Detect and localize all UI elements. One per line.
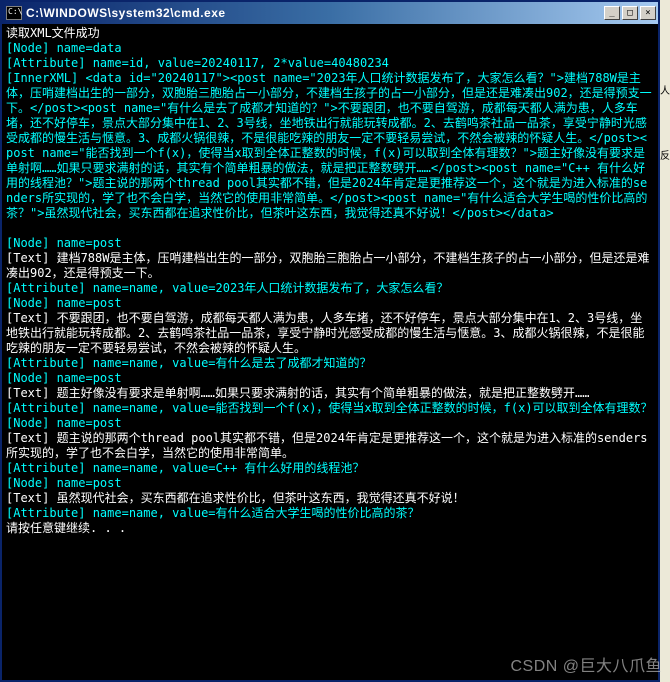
console-line: [Node] name=post	[6, 236, 654, 251]
console-line: [Attribute] name=name, value=C++ 有什么好用的线…	[6, 461, 654, 476]
console-line: [Attribute] name=name, value=能否找到一个f(x)，…	[6, 401, 654, 416]
console-line	[6, 221, 654, 236]
side-char-2: 反	[660, 147, 670, 162]
console-line: [Attribute] name=name, value=有什么适合大学生喝的性…	[6, 506, 654, 521]
window-title: C:\WINDOWS\system32\cmd.exe	[26, 6, 600, 20]
maximize-button[interactable]: □	[622, 6, 638, 20]
console-line: [Node] name=data	[6, 41, 654, 56]
console-line: [Node] name=post	[6, 371, 654, 386]
side-char-1: 人	[660, 82, 670, 97]
minimize-button[interactable]: _	[604, 6, 620, 20]
console-line: [Node] name=post	[6, 476, 654, 491]
console-line: 请按任意键继续. . .	[6, 521, 654, 536]
console-line: [Node] name=post	[6, 296, 654, 311]
console-line: [Text] 题主说的那两个thread pool其实都不错，但是2024年肯定…	[6, 431, 654, 461]
console-line: [Text] 虽然现代社会，买东西都在追求性价比，但茶叶这东西，我觉得还真不好说…	[6, 491, 654, 506]
console-line: [Text] 建档788W是主体，压哨建档出生的一部分，双胞胎三胞胎占一小部分，…	[6, 251, 654, 281]
window-buttons: _ □ ×	[604, 6, 656, 20]
close-button[interactable]: ×	[640, 6, 656, 20]
console-line: [Attribute] name=name, value=有什么是去了成都才知道…	[6, 356, 654, 371]
console-line: [Attribute] name=name, value=2023年人口统计数据…	[6, 281, 654, 296]
cmd-window: C:\WINDOWS\system32\cmd.exe _ □ × 读取XML文…	[0, 0, 660, 682]
console-line: [Attribute] name=id, value=20240117, 2*v…	[6, 56, 654, 71]
console-line: [InnerXML] <data id="20240117"><post nam…	[6, 71, 654, 221]
console-line: [Text] 不要跟团，也不要自驾游，成都每天都人满为患，人多车堵，还不好停车，…	[6, 311, 654, 356]
side-strip: 人 反	[660, 22, 670, 682]
cmd-icon	[6, 6, 22, 20]
console-line: 读取XML文件成功	[6, 26, 654, 41]
console-output[interactable]: 读取XML文件成功[Node] name=data[Attribute] nam…	[2, 24, 658, 680]
console-line: [Node] name=post	[6, 416, 654, 431]
console-line: [Text] 题主好像没有要求是单射啊……如果只要求满射的话，其实有个简单粗暴的…	[6, 386, 654, 401]
titlebar[interactable]: C:\WINDOWS\system32\cmd.exe _ □ ×	[2, 2, 658, 24]
